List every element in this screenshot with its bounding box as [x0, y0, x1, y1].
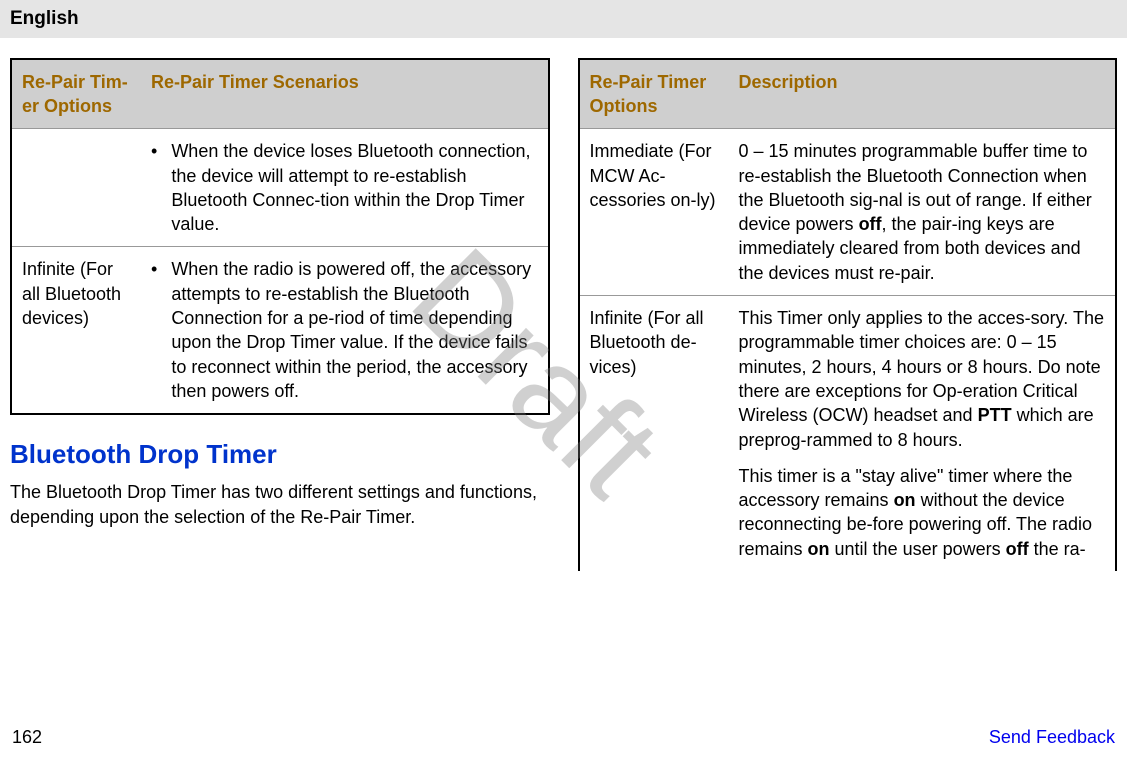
th-options: Re-Pair Timer Options	[579, 59, 729, 129]
bullet-icon: •	[151, 139, 157, 236]
page-number: 162	[12, 725, 42, 749]
cell-option: Infinite (For all Bluetooth devices)	[11, 247, 141, 414]
th-scenarios: Re-Pair Timer Scenarios	[141, 59, 549, 129]
cell-description: This Timer only applies to the acces-sor…	[729, 296, 1117, 571]
table-row: • When the device loses Bluetooth connec…	[11, 129, 549, 247]
scenario-text: When the device loses Bluetooth connecti…	[171, 139, 537, 236]
send-feedback-link[interactable]: Send Feedback	[989, 725, 1115, 749]
bold-off: off	[1006, 539, 1029, 559]
cell-option	[11, 129, 141, 247]
bold-on: on	[808, 539, 830, 559]
right-column: Re-Pair Timer Options Description Immedi…	[578, 58, 1118, 571]
cell-scenario: • When the device loses Bluetooth connec…	[141, 129, 549, 247]
language-label: English	[10, 8, 79, 29]
section-description: The Bluetooth Drop Timer has two differe…	[10, 480, 550, 529]
section-heading: Bluetooth Drop Timer	[10, 437, 550, 472]
cell-scenario: • When the radio is powered off, the acc…	[141, 247, 549, 414]
repair-scenarios-table: Re-Pair Tim-er Options Re-Pair Timer Sce…	[10, 58, 550, 416]
th-description: Description	[729, 59, 1117, 129]
table-row: Infinite (For all Bluetooth devices) • W…	[11, 247, 549, 414]
main-content: Re-Pair Tim-er Options Re-Pair Timer Sce…	[0, 38, 1127, 571]
scenario-text: When the radio is powered off, the acces…	[171, 257, 537, 403]
table-row: Infinite (For all Bluetooth de-vices) Th…	[579, 296, 1117, 571]
page-footer: 162 Send Feedback	[0, 725, 1127, 749]
bold-ptt: PTT	[978, 405, 1012, 425]
repair-description-table: Re-Pair Timer Options Description Immedi…	[578, 58, 1118, 571]
left-column: Re-Pair Tim-er Options Re-Pair Timer Sce…	[10, 58, 550, 571]
cell-option: Immediate (For MCW Ac-cessories on-ly)	[579, 129, 729, 296]
cell-description: 0 – 15 minutes programmable buffer time …	[729, 129, 1117, 296]
th-options: Re-Pair Tim-er Options	[11, 59, 141, 129]
cell-option: Infinite (For all Bluetooth de-vices)	[579, 296, 729, 571]
table-row: Immediate (For MCW Ac-cessories on-ly) 0…	[579, 129, 1117, 296]
bold-off: off	[859, 214, 882, 234]
bullet-icon: •	[151, 257, 157, 403]
desc-text: until the user powers	[830, 539, 1006, 559]
desc-text: the ra-	[1029, 539, 1086, 559]
bold-on: on	[894, 490, 916, 510]
page-header: English	[0, 0, 1127, 38]
